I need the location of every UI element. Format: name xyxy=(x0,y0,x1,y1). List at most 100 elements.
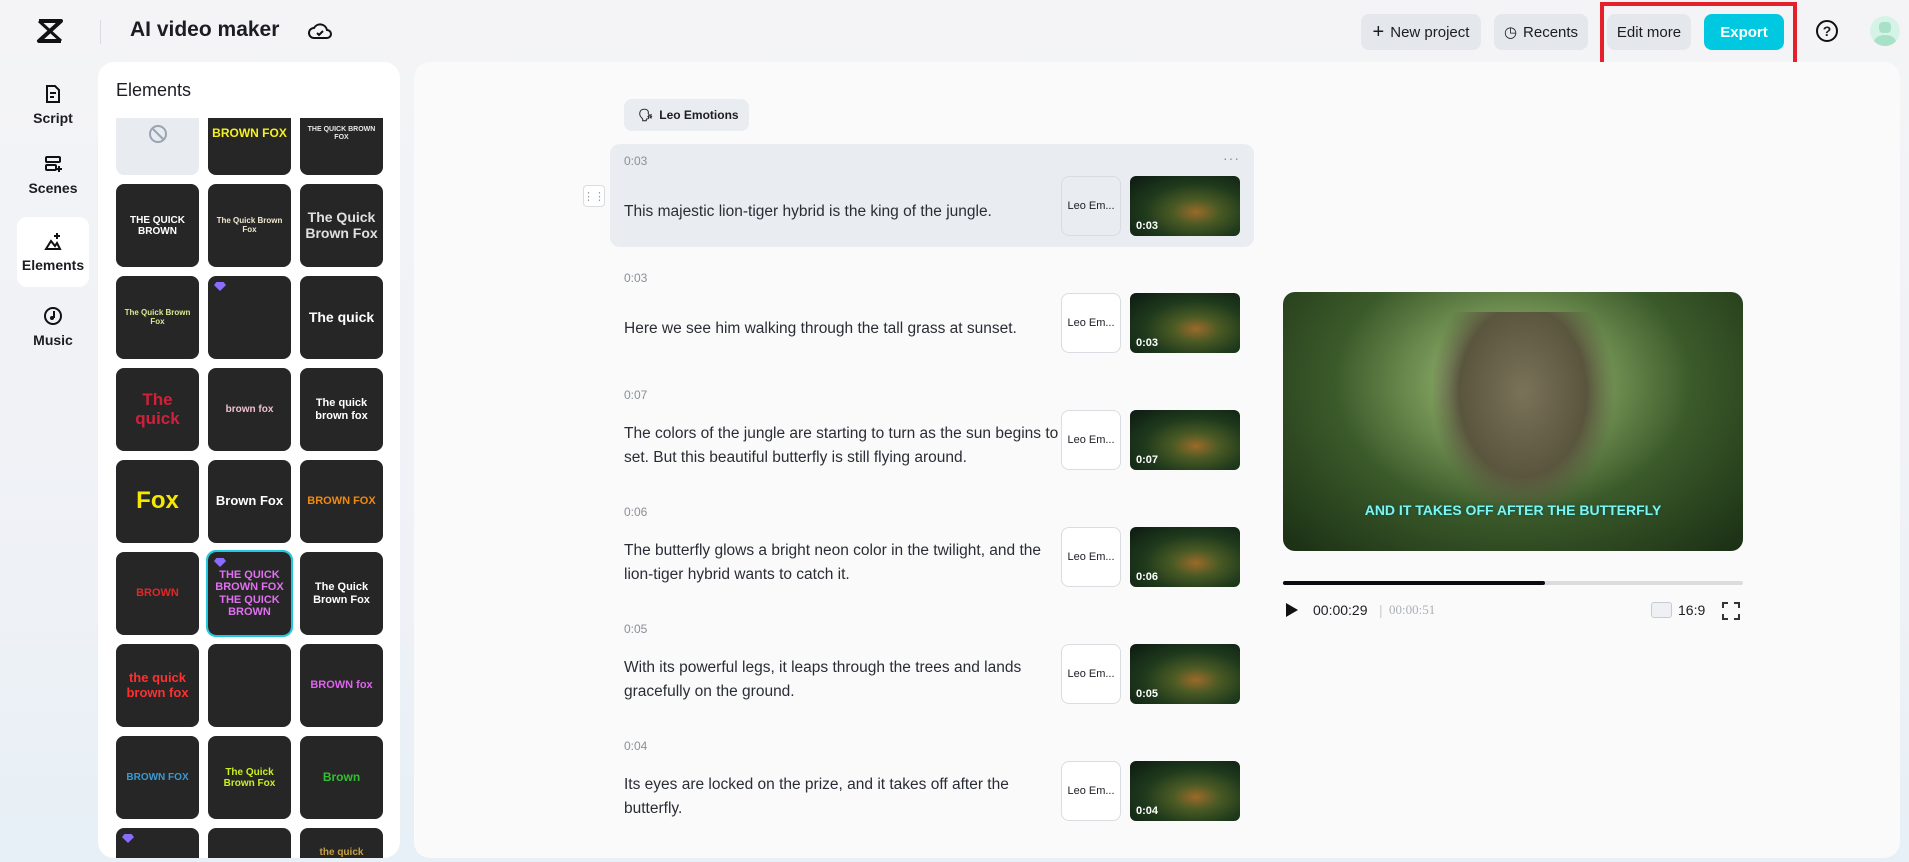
progress-bar[interactable] xyxy=(1283,581,1743,585)
text-style-tile[interactable]: The quick xyxy=(116,368,199,451)
time-separator: | xyxy=(1379,602,1383,618)
help-icon[interactable]: ? xyxy=(1816,20,1838,42)
premium-gem-icon xyxy=(122,834,134,843)
text-style-tile[interactable]: The quick brown fox xyxy=(300,368,383,451)
video-preview[interactable]: AND IT TAKES OFF AFTER THE BUTTERFLY xyxy=(1283,292,1743,551)
capcut-logo-icon[interactable] xyxy=(36,18,64,44)
thumbnail-duration: 0:05 xyxy=(1136,688,1159,700)
scenes-icon xyxy=(45,156,62,172)
scene-thumbnail[interactable]: 0:04 xyxy=(1130,761,1240,821)
tile-text: brown fox xyxy=(225,404,274,415)
rail-item-scenes[interactable]: Scenes xyxy=(17,140,89,210)
total-time: 00:00:51 xyxy=(1389,602,1436,617)
scene-text-content: This majestic lion-tiger hybrid is the k… xyxy=(624,203,992,220)
text-style-tile[interactable] xyxy=(208,644,291,727)
scene-time: 0:05 xyxy=(624,622,648,636)
rail-item-music[interactable]: Music xyxy=(17,292,89,362)
text-style-tile[interactable]: BROWN FOX xyxy=(208,118,291,175)
text-style-tile[interactable]: Brown Fox xyxy=(208,460,291,543)
scene-text[interactable]: Here we see him walking through the tall… xyxy=(624,299,1064,359)
rail-item-script[interactable]: Script xyxy=(17,70,89,140)
rail-item-elements[interactable]: Elements xyxy=(17,217,89,287)
scene-row[interactable]: 0:07 The colors of the jungle are starti… xyxy=(610,378,1254,481)
text-style-tile[interactable]: Fox xyxy=(116,460,199,543)
text-style-tile[interactable]: BROWN FOX xyxy=(116,736,199,819)
text-style-tile[interactable]: the quick brown fox xyxy=(116,644,199,727)
tile-text: Fox xyxy=(136,487,179,515)
current-time: 00:00:29 xyxy=(1313,602,1368,618)
avatar[interactable] xyxy=(1870,16,1900,46)
scene-thumbnail[interactable]: 0:06 xyxy=(1130,527,1240,587)
fullscreen-icon xyxy=(1722,602,1740,620)
text-style-tile[interactable]: The Quick Brown Fox xyxy=(300,184,383,267)
rail-label: Scenes xyxy=(28,180,78,196)
scene-thumbnail[interactable]: 0:05 xyxy=(1130,644,1240,704)
scene-thumbnail[interactable]: 0:03 xyxy=(1130,176,1240,236)
thumbnail-duration: 0:06 xyxy=(1136,571,1159,583)
scene-text[interactable]: This majestic lion-tiger hybrid is the k… xyxy=(624,182,1064,242)
tile-text: the quick xyxy=(319,847,364,858)
voice-chip[interactable]: 🗣 Leo Emotions xyxy=(624,99,749,131)
tile-text: THE QUICK BROWN FOX THE QUICK BROWN xyxy=(215,569,284,618)
scene-voice-button[interactable]: Leo Em... xyxy=(1061,410,1121,470)
scene-voice-button[interactable]: Leo Em... xyxy=(1061,293,1121,353)
scene-row[interactable]: 0:03 Here we see him walking through the… xyxy=(610,261,1254,364)
scene-voice-button[interactable]: Leo Em... xyxy=(1061,761,1121,821)
no-effect-tile[interactable] xyxy=(116,118,199,175)
text-style-tile[interactable]: The quick xyxy=(300,276,383,359)
scene-voice-button[interactable]: Leo Em... xyxy=(1061,176,1121,236)
scene-row[interactable]: 0:05 With its powerful legs, it leaps th… xyxy=(610,612,1254,715)
tile-text: The Quick Brown Fox xyxy=(305,209,378,241)
scene-text[interactable]: The butterfly glows a bright neon color … xyxy=(624,533,1064,593)
scene-text-content: With its powerful legs, it leaps through… xyxy=(624,659,1022,700)
scene-text[interactable]: With its powerful legs, it leaps through… xyxy=(624,650,1064,710)
scene-voice-button[interactable]: Leo Em... xyxy=(1061,527,1121,587)
text-style-tile[interactable]: THE QUICK BROWN FOX THE QUICK BROWN xyxy=(206,550,293,637)
text-style-tile[interactable]: BROWN fox xyxy=(300,644,383,727)
text-style-tile[interactable]: BROWN FOX xyxy=(300,460,383,543)
text-style-tile[interactable]: The Quick Brown Fox xyxy=(208,736,291,819)
new-project-label: New project xyxy=(1390,23,1470,41)
scene-text[interactable]: Its eyes are locked on the prize, and it… xyxy=(624,767,1064,827)
new-project-button[interactable]: + New project xyxy=(1361,14,1481,50)
scene-row[interactable]: 0:03 ··· This majestic lion-tiger hybrid… xyxy=(610,144,1254,247)
text-style-tile[interactable]: The Quick Brown Fox xyxy=(116,276,199,359)
cloud-saved-icon[interactable] xyxy=(308,20,332,42)
text-style-tile[interactable] xyxy=(208,276,291,359)
text-style-tile[interactable]: brown fox xyxy=(208,368,291,451)
text-style-tile[interactable]: THE QUICK BROWN xyxy=(116,184,199,267)
text-style-tile[interactable]: The Quick Brown Fox xyxy=(208,184,291,267)
text-style-tile[interactable]: the quick xyxy=(300,828,383,858)
scene-voice-button[interactable]: Leo Em... xyxy=(1061,644,1121,704)
more-options-icon[interactable]: ··· xyxy=(1223,150,1240,166)
text-style-tile[interactable]: THE QUICK BROWN FOX xyxy=(300,118,383,175)
play-button[interactable] xyxy=(1285,602,1299,618)
text-style-tile[interactable]: The Quick Brown Fox xyxy=(300,552,383,635)
aspect-ratio-button[interactable]: 16:9 xyxy=(1651,602,1705,618)
voice-icon: 🗣 xyxy=(638,108,654,122)
export-button[interactable]: Export xyxy=(1704,14,1784,50)
tile-text: Brown xyxy=(322,769,361,784)
scene-time: 0:04 xyxy=(624,739,648,753)
text-style-tile[interactable]: BROWN xyxy=(116,552,199,635)
tile-text: BROWN FOX xyxy=(307,495,376,508)
panel-title: Elements xyxy=(116,80,192,100)
rail-label: Script xyxy=(33,110,73,126)
recents-button[interactable]: ◷ Recents xyxy=(1494,14,1588,50)
scene-thumbnail[interactable]: 0:07 xyxy=(1130,410,1240,470)
text-style-tile[interactable]: Brown xyxy=(300,736,383,819)
elements-grid[interactable]: BROWN FOX THE QUICK BROWN FOX THE QUICK BR… xyxy=(116,118,392,858)
scene-thumbnail[interactable]: 0:03 xyxy=(1130,293,1240,353)
text-style-tile[interactable] xyxy=(208,828,291,858)
text-style-tile[interactable] xyxy=(116,828,199,858)
fullscreen-button[interactable] xyxy=(1722,602,1740,620)
scene-text[interactable]: The colors of the jungle are starting to… xyxy=(624,416,1064,476)
rail-label: Music xyxy=(33,332,73,348)
edit-more-button[interactable]: Edit more xyxy=(1607,14,1691,50)
drag-handle[interactable]: ⋮⋮ xyxy=(583,185,605,207)
scene-row[interactable]: 0:04 Its eyes are locked on the prize, a… xyxy=(610,729,1254,832)
script-icon xyxy=(46,85,60,103)
scene-row[interactable]: 0:06 The butterfly glows a bright neon c… xyxy=(610,495,1254,598)
plus-icon: + xyxy=(1372,20,1385,43)
tile-text: The Quick Brown Fox xyxy=(216,215,283,234)
